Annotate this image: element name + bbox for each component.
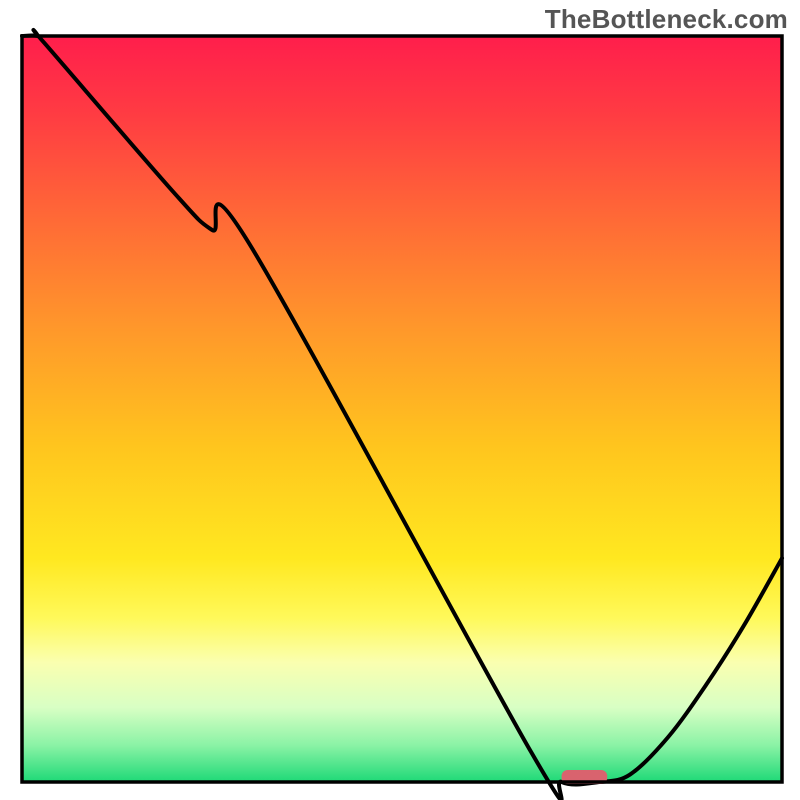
- chart-stage: TheBottleneck.com: [0, 0, 800, 800]
- bottleneck-chart: [0, 0, 800, 800]
